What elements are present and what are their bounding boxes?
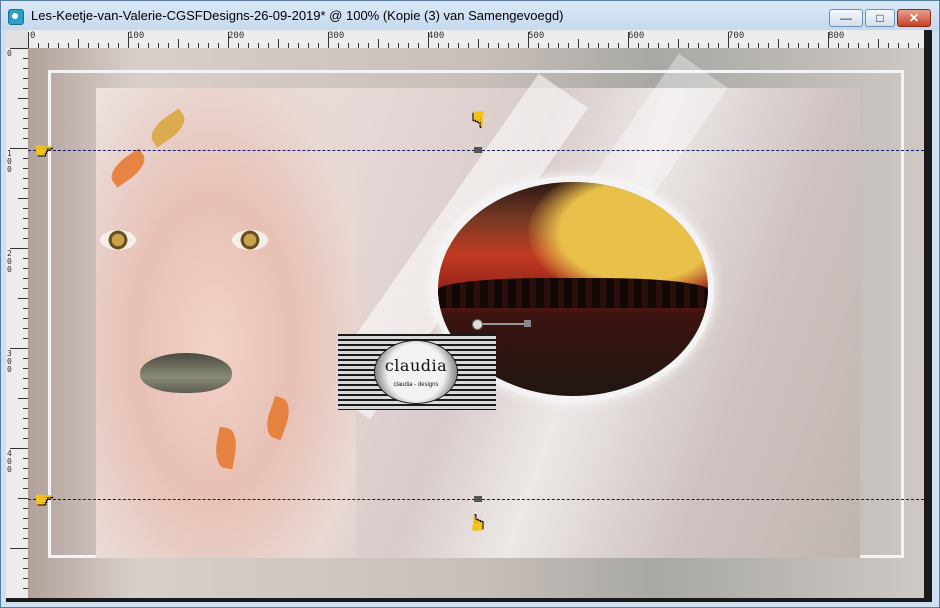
ruler-tick bbox=[10, 248, 28, 249]
ruler-tick bbox=[10, 348, 28, 349]
ruler-tick bbox=[28, 32, 29, 48]
pointing-hand-icon: ☛ bbox=[34, 138, 54, 163]
maximize-button[interactable]: □ bbox=[865, 9, 895, 27]
ruler-tick bbox=[628, 32, 629, 48]
pick-tool-pivot-handle[interactable] bbox=[472, 319, 483, 330]
ruler-tick bbox=[178, 39, 179, 48]
ruler-label: 0 bbox=[7, 49, 12, 58]
ruler-tick bbox=[18, 98, 28, 99]
ruler-tick bbox=[578, 39, 579, 48]
ruler-tick bbox=[328, 32, 329, 48]
ruler-tick bbox=[228, 32, 229, 48]
ruler-tick bbox=[18, 398, 28, 399]
ruler-tick bbox=[10, 448, 28, 449]
ruler-label: 300 bbox=[7, 349, 12, 374]
ruler-label: 200 bbox=[7, 249, 12, 274]
ruler-tick bbox=[678, 39, 679, 48]
palm-silhouette bbox=[438, 278, 708, 308]
ruler-tick bbox=[878, 39, 879, 48]
title-bar[interactable]: Les-Keetje-van-Valerie-CGSFDesigns-26-09… bbox=[1, 1, 939, 31]
watermark: claudia claudia - designs bbox=[338, 334, 496, 410]
minimize-button[interactable]: — bbox=[829, 9, 863, 27]
ruler-tick bbox=[828, 32, 829, 48]
ruler-label: 100 bbox=[7, 149, 12, 174]
ruler-tick bbox=[128, 32, 129, 48]
pick-tool-rotation-line bbox=[476, 323, 528, 325]
ruler-label: 400 bbox=[7, 449, 12, 474]
eye bbox=[232, 230, 268, 250]
pick-tool-rotation-handle[interactable] bbox=[524, 320, 531, 327]
ruler-tick bbox=[78, 39, 79, 48]
horizontal-ruler[interactable]: 0 100 200 300 400 500 600 700 800 bbox=[28, 30, 924, 49]
ruler-tick bbox=[478, 39, 479, 48]
ruler-tick bbox=[18, 198, 28, 199]
ruler-tick bbox=[18, 298, 28, 299]
image-canvas[interactable]: claudia claudia - designs ☛ ☛ ☛ ☛ bbox=[28, 48, 924, 598]
ruler-tick bbox=[18, 498, 28, 499]
close-button[interactable]: ✕ bbox=[897, 9, 931, 27]
lips bbox=[140, 353, 232, 393]
ruler-tick bbox=[10, 48, 28, 49]
pointing-hand-icon: ☛ bbox=[465, 109, 491, 129]
ruler-tick bbox=[428, 32, 429, 48]
ruler-tick bbox=[10, 148, 28, 149]
ruler-label: 300 bbox=[328, 31, 345, 41]
window-title: Les-Keetje-van-Valerie-CGSFDesigns-26-09… bbox=[31, 8, 564, 23]
ruler-corner[interactable] bbox=[6, 30, 29, 49]
ruler-tick bbox=[278, 39, 279, 48]
vertical-ruler[interactable]: 0 100 200 300 400 bbox=[6, 48, 29, 598]
ruler-tick bbox=[10, 548, 28, 549]
watermark-subtext: claudia - designs bbox=[393, 382, 439, 388]
guide-handle-bottom[interactable] bbox=[474, 496, 482, 502]
eye bbox=[100, 230, 136, 250]
ruler-label: 100 bbox=[128, 31, 145, 41]
ruler-label: 800 bbox=[828, 31, 845, 41]
ruler-tick bbox=[528, 32, 529, 48]
ruler-label: 0 bbox=[30, 31, 36, 41]
ruler-label: 400 bbox=[428, 31, 445, 41]
ruler-tick bbox=[728, 32, 729, 48]
image-document-icon bbox=[8, 9, 24, 25]
pointing-hand-icon: ☛ bbox=[34, 487, 54, 512]
pointing-hand-icon: ☛ bbox=[464, 513, 490, 533]
watermark-text: claudia bbox=[384, 356, 448, 375]
ruler-label: 200 bbox=[228, 31, 245, 41]
ruler-label: 600 bbox=[628, 31, 645, 41]
guide-handle-top[interactable] bbox=[474, 147, 482, 153]
ruler-tick bbox=[778, 39, 779, 48]
ruler-label: 700 bbox=[728, 31, 745, 41]
ruler-tick bbox=[378, 39, 379, 48]
ruler-label: 500 bbox=[528, 31, 545, 41]
